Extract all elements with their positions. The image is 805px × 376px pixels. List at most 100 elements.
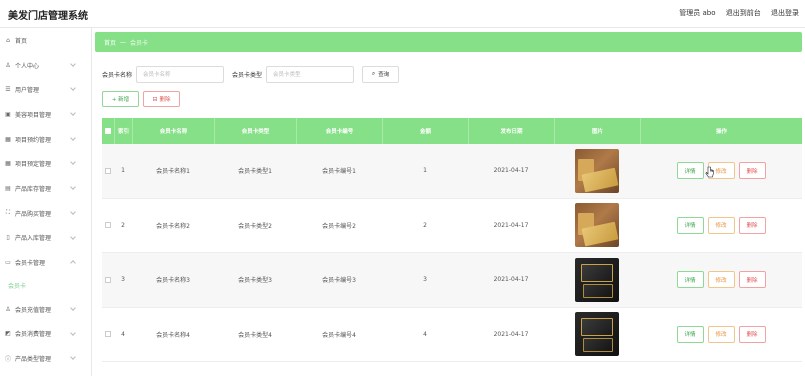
delete-button[interactable]: 删除 [738, 162, 766, 180]
publish-date: 2021-04-17 [493, 167, 529, 175]
sidebar-subitem-member-card[interactable]: 会员卡 [0, 275, 91, 297]
exit-backend-link[interactable]: 退出到前台 [726, 9, 761, 17]
sidebar-item-user[interactable]: ♙ 个人中心 [0, 53, 91, 78]
breadcrumb-home[interactable]: 首页 [104, 38, 116, 47]
main-content: 首页 一 会员卡 会员卡名称 会员卡名称 会员卡类型 会员卡类型 ⌕ 查询 + … [92, 28, 805, 376]
batch-delete-label: 删除 [159, 97, 171, 103]
mouse-cursor-icon [705, 166, 714, 178]
card-image-cell [554, 308, 640, 362]
column-header[interactable]: 会员卡类型 [214, 118, 296, 144]
delete-button[interactable]: 删除 [738, 271, 766, 289]
grid-icon: ▦ [5, 160, 11, 168]
operations-cell: 详情 修改 删除 [640, 144, 802, 198]
card-type: 会员卡类型2 [238, 222, 272, 230]
table-row: 2 会员卡名称2 会员卡类型2 会员卡编号2 2 2021-04-17 详情 修改 删除 [102, 199, 802, 253]
edit-button[interactable]: 修改 [707, 216, 735, 234]
row-checkbox[interactable] [105, 331, 111, 338]
publish-date: 2021-04-17 [493, 276, 529, 284]
card-number: 会员卡编号1 [322, 168, 356, 176]
sidebar-item-box[interactable]: ▤ 产品库存管理 [0, 176, 91, 201]
card-image[interactable] [575, 203, 619, 248]
sidebar-item-calendar[interactable]: ▦ 项目预约管理 [0, 127, 91, 152]
chevron-down-icon [70, 354, 76, 361]
sidebar-item-lock[interactable]: ▯ 产品入库管理 [0, 226, 91, 251]
card-type: 会员卡类型1 [238, 168, 272, 176]
batch-delete-button[interactable]: ⊟ 删除 [143, 91, 180, 107]
card-name: 会员卡名称4 [156, 331, 190, 339]
user-icon: ♙ [5, 61, 11, 69]
chevron-down-icon [70, 260, 76, 267]
row-checkbox[interactable] [105, 167, 111, 174]
row-index: 4 [121, 330, 125, 338]
row-select-cell [102, 253, 114, 307]
member-card-icon: ▭ [5, 259, 11, 267]
column-header[interactable]: 金额 [382, 118, 468, 144]
logout-link[interactable]: 退出登录 [771, 9, 799, 17]
sidebar-item-info[interactable]: ⓘ 产品类型管理 [0, 346, 91, 371]
publish-date: 2021-04-17 [493, 330, 529, 338]
breadcrumb: 首页 一 会员卡 [95, 32, 802, 52]
breadcrumb-current: 会员卡 [130, 39, 149, 47]
sidebar-item-chart[interactable]: ◩ 会员消费管理 [0, 322, 91, 347]
card-image[interactable] [575, 257, 619, 302]
column-header[interactable]: 会员卡名称 [132, 118, 214, 144]
top-bar: 美发门店管理系统 管理员 abo 退出到前台 退出登录 [0, 0, 805, 28]
card-name: 会员卡名称2 [156, 222, 190, 230]
sidebar-item-member-card[interactable]: ▭ 会员卡管理 [0, 250, 91, 275]
chevron-down-icon [70, 134, 76, 141]
sidebar-item-card[interactable]: ▣ 美容项目管理 [0, 102, 91, 127]
chart-icon: ◩ [5, 330, 11, 338]
card-image-cell [554, 253, 640, 307]
sidebar-item-label: 会员卡管理 [15, 260, 46, 268]
sidebar-item-home[interactable]: ⌂ 首页 [0, 28, 91, 53]
operations-cell: 详情 修改 删除 [640, 199, 802, 253]
card-name: 会员卡名称3 [156, 277, 190, 285]
column-header[interactable]: 操作 [640, 118, 802, 144]
row-checkbox[interactable] [105, 222, 111, 229]
row-index: 2 [121, 221, 125, 229]
select-all-checkbox[interactable] [105, 128, 111, 134]
column-header[interactable]: 会员卡编号 [296, 118, 382, 144]
sidebar-item-label: 美容项目管理 [15, 111, 52, 119]
sidebar-item-label: 项目预约管理 [15, 136, 52, 144]
detail-button[interactable]: 详情 [676, 162, 704, 180]
column-header[interactable]: 图片 [554, 118, 640, 144]
name-search-input[interactable]: 会员卡名称 [136, 65, 225, 83]
sidebar-item-list[interactable]: ☰ 用户管理 [0, 77, 91, 102]
table-row: 3 会员卡名称3 会员卡类型3 会员卡编号3 3 2021-04-17 详情 修改 删除 [102, 253, 802, 308]
card-image[interactable] [575, 148, 619, 193]
sidebar: ⌂ 首页 ♙ 个人中心 ☰ 用户管理 ▣ 美容项目管理 ▦ 项目预约管理 ▦ 项目预定管理 ▤ 产品库存管… [0, 28, 92, 376]
query-button[interactable]: ⌕ 查询 [362, 65, 400, 83]
card-number: 会员卡编号2 [322, 222, 356, 230]
frame-icon: ⛶ [5, 209, 11, 217]
row-checkbox[interactable] [105, 276, 111, 283]
detail-button[interactable]: 详情 [676, 271, 704, 289]
sidebar-item-label: 首页 [15, 37, 28, 45]
sidebar-item-label: 产品入库管理 [15, 235, 52, 243]
publish-date: 2021-04-17 [493, 221, 529, 229]
row-index: 1 [121, 167, 125, 175]
detail-button[interactable]: 详情 [676, 325, 704, 343]
table-body: 1 会员卡名称1 会员卡类型1 会员卡编号1 1 2021-04-17 详情 修改 删除 2 会员卡… [102, 144, 802, 362]
column-header[interactable]: 发布日期 [468, 118, 554, 144]
card-amount: 4 [423, 330, 427, 338]
column-header[interactable]: 索引 [114, 118, 132, 144]
card-image[interactable] [575, 312, 619, 357]
info-icon: ⓘ [4, 356, 11, 364]
delete-button[interactable]: 删除 [738, 216, 766, 234]
sidebar-item-grid[interactable]: ▦ 项目预定管理 [0, 151, 91, 176]
chevron-down-icon [70, 159, 76, 166]
type-search-input[interactable]: 会员卡类型 [266, 65, 355, 83]
edit-button[interactable]: 修改 [707, 325, 735, 343]
delete-button[interactable]: 删除 [738, 325, 766, 343]
detail-button[interactable]: 详情 [676, 216, 704, 234]
operations-cell: 详情 修改 删除 [640, 253, 802, 307]
sidebar-item-recharge[interactable]: ♙ 会员充值管理 [0, 297, 91, 322]
add-button[interactable]: + 新增 [102, 91, 139, 107]
table-row: 4 会员卡名称4 会员卡类型4 会员卡编号4 4 2021-04-17 详情 修改 删除 [102, 308, 802, 362]
row-select-cell [102, 144, 114, 198]
card-number: 会员卡编号4 [322, 331, 356, 339]
edit-button[interactable]: 修改 [707, 271, 735, 289]
sidebar-item-frame[interactable]: ⛶ 产品购买管理 [0, 201, 91, 226]
app-title: 美发门店管理系统 [8, 11, 88, 22]
